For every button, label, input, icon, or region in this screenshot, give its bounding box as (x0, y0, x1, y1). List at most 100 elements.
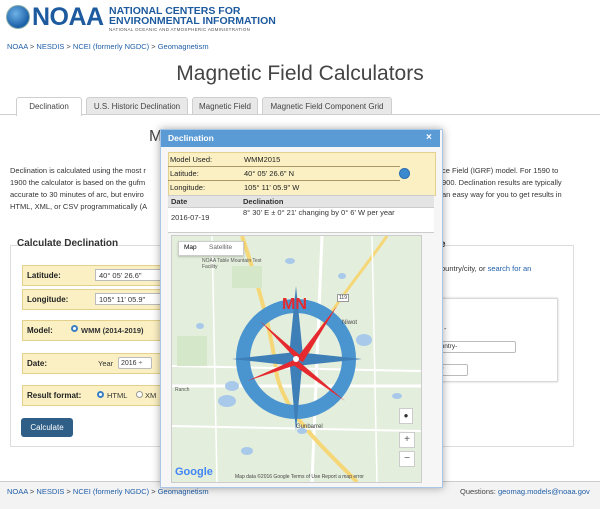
map-label-facility: NOAA Table Mountain Test Facility (202, 258, 262, 270)
latitude-label: Latitude: (27, 271, 61, 280)
cell-date: 2016-07-19 (171, 213, 210, 222)
model-used-value: WMM2015 (244, 155, 281, 164)
right-text-line: ountry/city, or search for an (441, 263, 531, 275)
intro-text-line4: HTML, XML, or CSV programmatically (A (10, 202, 148, 211)
footer-link-noaa[interactable]: NOAA (7, 487, 28, 496)
result-longitude-value: 105° 11' 05.9" W (244, 183, 300, 192)
model-row: Model: WMM (2014-2019) (22, 320, 164, 341)
breadcrumb-separator: > (64, 42, 73, 51)
intro-text-line2: 1900 the calculator is based on the gufm (10, 178, 146, 187)
footer-breadcrumb: NOAA > NESDIS > NCEI (formerly NGDC) > G… (7, 487, 209, 496)
map-lake (196, 323, 204, 329)
calculate-form-title: Calculate Declination (17, 238, 119, 249)
map-lake (356, 334, 372, 346)
model-option-label[interactable]: WMM (2014-2019) (81, 326, 144, 335)
cell-declination: 8° 30' E ± 0° 21' changing by 0° 6' W pe… (243, 208, 395, 217)
format-label: Result format: (27, 391, 82, 400)
tab-us-historic-declination[interactable]: U.S. Historic Declination (86, 97, 188, 115)
map-type-toggle: Map Satellite (178, 241, 244, 256)
year-select[interactable]: 2016 ÷ (118, 357, 152, 369)
breadcrumb: NOAA > NESDIS > NCEI (formerly NGDC) > G… (7, 42, 209, 51)
breadcrumb-link-geomagnetism[interactable]: Geomagnetism (158, 42, 209, 51)
map-view[interactable]: MN NOAA Table Mountain Test Facility Niw… (171, 235, 422, 483)
result-longitude-label: Longitude: (170, 183, 206, 192)
compass-center (293, 356, 299, 362)
result-latitude-label: Latitude: (170, 169, 199, 178)
model-used-label: Model Used: (170, 155, 213, 164)
map-label-gunbarrel: Gunbarrel (296, 424, 323, 430)
right-text-prefix: ountry/city, or (441, 264, 486, 273)
map-attribution[interactable]: Map data ©2016 Google Terms of Use Repor… (235, 474, 364, 480)
format-xml-label[interactable]: XM (145, 391, 156, 400)
tab-magnetic-field[interactable]: Magnetic Field (192, 97, 258, 115)
questions-email-link[interactable]: geomag.models@noaa.gov (498, 487, 590, 496)
map-label-niwot: Niwot (342, 320, 358, 326)
breadcrumb-separator: > (149, 487, 158, 496)
right-dash: - (444, 324, 447, 333)
pegman-icon[interactable]: ● (399, 408, 413, 424)
country-select[interactable]: ountry- (434, 341, 516, 353)
map-lake (225, 381, 239, 391)
footer-link-ncei[interactable]: NCEI (formerly NGDC) (73, 487, 149, 496)
date-row: Date: Year 2016 ÷ (22, 353, 164, 374)
zoom-in-button[interactable]: + (399, 432, 415, 448)
map-lake (285, 258, 295, 264)
dialog-title: Declination (168, 133, 214, 143)
result-latitude-value: 40° 05' 26.6" N (244, 169, 295, 178)
model-label: Model: (27, 326, 53, 335)
google-logo-text: Google (175, 466, 213, 478)
zoom-out-button[interactable]: − (399, 451, 415, 467)
close-icon[interactable]: × (426, 132, 432, 143)
intro-text-line3: accurate to 30 minutes of arc, but envir… (10, 190, 144, 199)
breadcrumb-link-nesdis[interactable]: NESDIS (36, 42, 64, 51)
page-title: Magnetic Field Calculators (176, 62, 424, 85)
map-park (177, 336, 207, 366)
col-header-declination: Declination (243, 197, 284, 206)
format-xml-radio-icon[interactable] (136, 391, 143, 398)
tab-declination[interactable]: Declination (16, 97, 82, 116)
latitude-row: Latitude: 40° 05' 26.6" (22, 265, 175, 286)
intro-text-right3: an easy way for you to get results in (442, 190, 562, 199)
format-row: Result format: HTML XM (22, 385, 164, 406)
footer-link-geomagnetism[interactable]: Geomagnetism (158, 487, 209, 496)
tab-divider (0, 114, 600, 115)
result-divider (168, 166, 400, 167)
google-logo: Google (175, 466, 213, 478)
footer-questions: Questions: geomag.models@noaa.gov (460, 487, 590, 496)
map-type-map[interactable]: Map (184, 244, 197, 251)
noaa-logo-icon[interactable] (6, 5, 30, 29)
format-html-label[interactable]: HTML (107, 391, 127, 400)
longitude-row: Longitude: 105° 11' 05.9" (22, 289, 175, 310)
result-table-header: Date Declination (168, 195, 434, 208)
org-name-line2: ENVIRONMENTAL INFORMATION (109, 15, 276, 27)
model-radio-icon[interactable] (71, 325, 78, 332)
breadcrumb-link-noaa[interactable]: NOAA (7, 42, 28, 51)
map-lake (338, 273, 346, 279)
longitude-label: Longitude: (27, 295, 69, 304)
format-html-radio-icon[interactable] (97, 391, 104, 398)
tab-magnetic-field-component-grid[interactable]: Magnetic Field Component Grid (262, 97, 392, 115)
magnetic-north-label: MN (282, 296, 307, 313)
year-label: Year (98, 359, 114, 368)
breadcrumb-separator: > (149, 42, 158, 51)
intro-text-right1: ce Field (IGRF) model. For 1590 to (442, 166, 559, 175)
col-header-date: Date (171, 197, 188, 206)
search-link[interactable]: search for an (488, 264, 532, 273)
org-name-line3: NATIONAL OCEANIC AND ATMOSPHERIC ADMINIS… (109, 27, 251, 32)
result-divider (168, 180, 400, 181)
map-canvas (172, 236, 421, 482)
calculate-button[interactable]: Calculate (21, 418, 73, 437)
noaa-logo-text[interactable]: NOAA (32, 3, 104, 32)
date-label: Date: (27, 359, 48, 368)
location-marker-icon[interactable] (399, 168, 410, 179)
intro-text-line1: Declination is calculated using the most… (10, 166, 146, 175)
map-road-shield: 119 (337, 294, 349, 302)
map-lake (218, 395, 236, 407)
table-row: 2016-07-19 8° 30' E ± 0° 21' changing by… (168, 208, 434, 233)
breadcrumb-link-ncei[interactable]: NCEI (formerly NGDC) (73, 42, 149, 51)
footer-link-nesdis[interactable]: NESDIS (36, 487, 64, 496)
map-label-ranch: Ranch (175, 387, 190, 393)
map-type-satellite[interactable]: Satellite (209, 244, 232, 251)
intro-text-right2: 900. Declination results are typically (442, 178, 562, 187)
breadcrumb-separator: > (64, 487, 73, 496)
